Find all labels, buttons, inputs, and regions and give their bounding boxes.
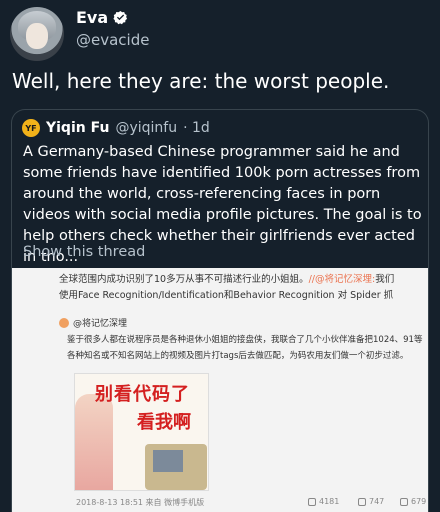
weibo-mention-link: //@将记忆深埋: bbox=[308, 274, 376, 285]
comic-monitor bbox=[153, 450, 183, 472]
weibo-body-text: 鉴于很多人都在说程序员是各种退休小姐姐的接盘侠，我联合了几个小伙伴准备把1024… bbox=[67, 335, 423, 361]
quoted-tweet-card[interactable]: YF Yiqin Fu @yiqinfu · 1d A Germany-base… bbox=[11, 109, 429, 512]
quoted-author-avatar: YF bbox=[22, 119, 40, 137]
quoted-author-handle: @yiqinfu bbox=[115, 120, 178, 136]
weibo-user-icon bbox=[59, 317, 69, 328]
weibo-text-line-1: 全球范围内成功识别了10多万从事不可描述行业的小姐姐。//@将记忆深埋:我们 bbox=[59, 271, 394, 285]
author-name-row[interactable]: Eva bbox=[76, 8, 128, 27]
verified-badge-icon bbox=[113, 10, 128, 25]
quoted-tweet-header: YF Yiqin Fu @yiqinfu · 1d bbox=[22, 119, 210, 137]
author-handle[interactable]: @evacide bbox=[76, 31, 149, 49]
weibo-line1-end: 我们 bbox=[375, 274, 395, 285]
author-avatar[interactable] bbox=[10, 7, 64, 61]
weibo-like-count: 679 bbox=[400, 497, 426, 506]
weibo-username: @将记忆深埋 bbox=[73, 319, 128, 329]
comic-woman-figure bbox=[75, 394, 113, 490]
author-display-name[interactable]: Eva bbox=[76, 8, 108, 27]
avatar-face bbox=[26, 23, 48, 49]
quoted-author-name: Yiqin Fu bbox=[46, 120, 110, 136]
show-thread-link[interactable]: Show this thread bbox=[23, 244, 145, 260]
tweet-text: Well, here they are: the worst people. bbox=[12, 69, 390, 93]
weibo-line1-main: 全球范围内成功识别了10多万从事不可描述行业的小姐姐。 bbox=[59, 274, 309, 285]
comic-illustration: 别看代码了 看我啊 bbox=[74, 373, 209, 491]
comic-caption-2: 看我啊 bbox=[137, 412, 191, 433]
quoted-tweet-time: · 1d bbox=[183, 120, 210, 136]
weibo-text-line-2: 使用Face Recognition/Identification和Behavi… bbox=[59, 290, 394, 301]
weibo-likes: 679 bbox=[411, 497, 427, 506]
weibo-comments: 747 bbox=[369, 497, 385, 506]
weibo-timestamp: 2018-8-13 18:51 来自 微博手机版 bbox=[76, 498, 205, 507]
weibo-comment-count: 747 bbox=[358, 497, 384, 506]
thumbs-up-icon bbox=[400, 497, 408, 506]
weibo-footer: 2018-8-13 18:51 来自 微博手机版 4181 747 679 bbox=[12, 494, 428, 510]
comment-icon bbox=[358, 497, 366, 506]
weibo-repost-count: 4181 bbox=[308, 497, 339, 506]
repost-icon bbox=[308, 497, 316, 506]
weibo-user-row: @将记忆深埋 bbox=[59, 316, 127, 329]
comic-caption-1: 别看代码了 bbox=[95, 384, 190, 405]
weibo-reposts: 4181 bbox=[319, 497, 340, 506]
weibo-screenshot-image[interactable]: 全球范围内成功识别了10多万从事不可描述行业的小姐姐。//@将记忆深埋:我们 使… bbox=[12, 268, 428, 512]
